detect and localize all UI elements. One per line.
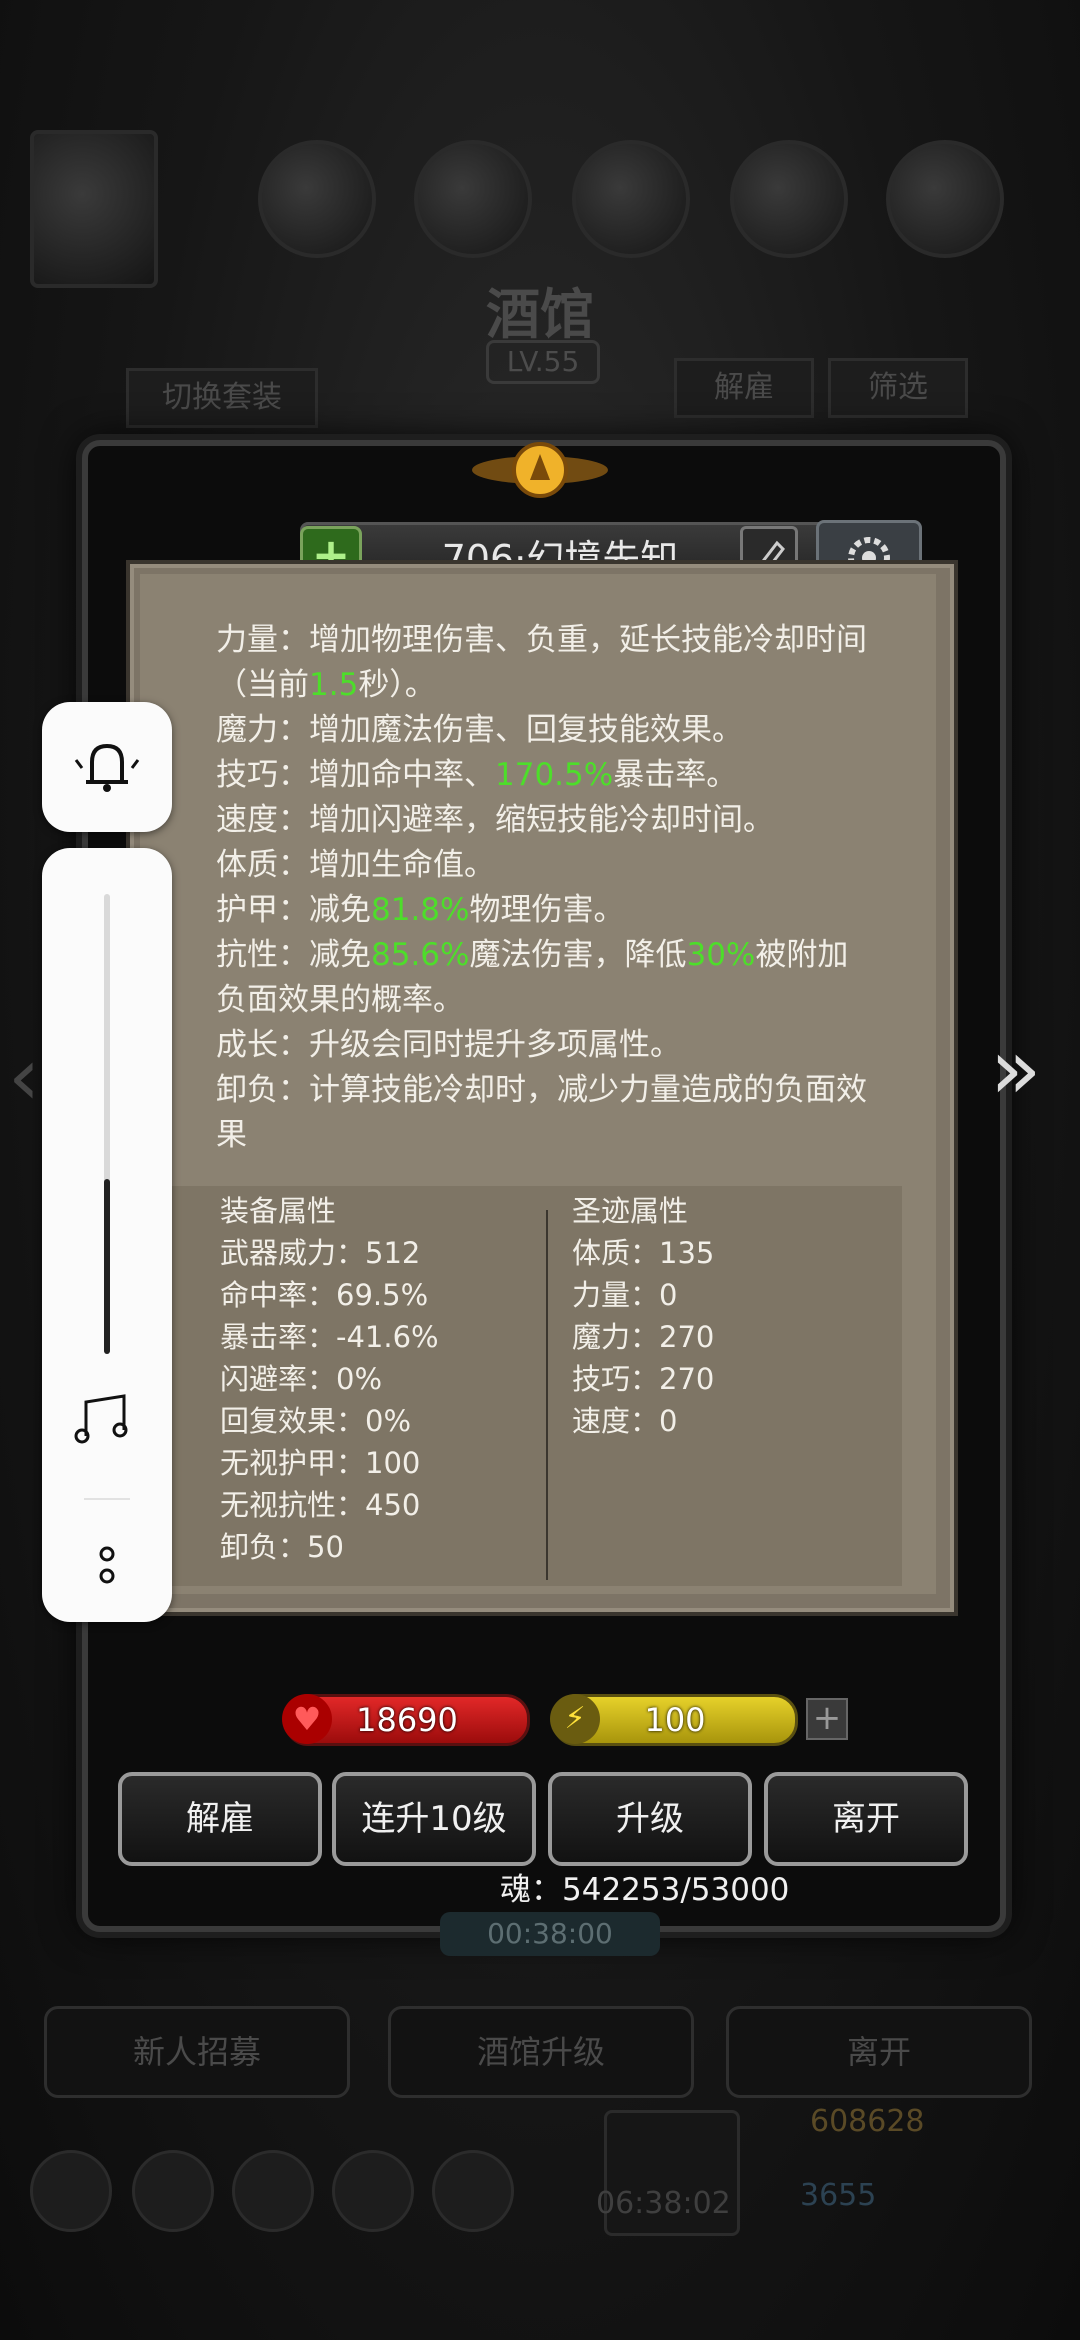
dismiss-button[interactable]: 解雇: [118, 1772, 322, 1866]
bg-leave-button[interactable]: 离开: [726, 2006, 1032, 2098]
equip-stat: 无视护甲：100: [220, 1446, 421, 1480]
desc-armor: 护甲：减免81.8%物理伤害。: [216, 892, 625, 928]
volume-level: [104, 1179, 110, 1354]
music-note-icon: [74, 1394, 128, 1444]
nav-icon-2[interactable]: [132, 2150, 214, 2232]
soul-counter: 魂：542253/53000: [500, 1872, 790, 1908]
bottom-timer: 06:38:02: [596, 2186, 731, 2221]
tavern-title: 酒馆: [486, 282, 594, 346]
relic-stats-header: 圣迹属性: [572, 1194, 689, 1228]
equip-stat: 卸负：50: [220, 1530, 344, 1564]
prev-arrow-icon[interactable]: ‹: [8, 1030, 40, 1123]
equip-stat: 回复效果：0%: [220, 1404, 412, 1438]
nav-icon-1[interactable]: [30, 2150, 112, 2232]
desc-growth: 成长：升级会同时提升多项属性。: [216, 1027, 681, 1063]
desc-constitution: 体质：增加生命值。: [216, 847, 495, 883]
bg-dismiss-button[interactable]: 解雇: [674, 358, 814, 418]
relic-stat: 速度：0: [572, 1404, 678, 1438]
nav-icon-5[interactable]: [432, 2150, 514, 2232]
relic-stats: 圣迹属性 体质：135 力量：0 魔力：270 技巧：270 速度：0: [572, 1190, 714, 1442]
relic-stat: 力量：0: [572, 1278, 678, 1312]
next-arrow-icon[interactable]: »: [990, 1020, 1041, 1118]
recruit-timer: 00:38:00: [440, 1912, 660, 1956]
lightning-icon: ⚡: [550, 1694, 600, 1744]
volume-separator: [84, 1498, 130, 1500]
emblem-icon: [472, 442, 608, 498]
desc-skill: 技巧：增加命中率、170.5%暴击率。: [216, 757, 738, 793]
equipment-stats-header: 装备属性: [220, 1194, 337, 1228]
menu-icon-2: [414, 140, 532, 258]
equipment-stats: 装备属性 武器威力：512 命中率：69.5% 暴击率：-41.6% 闪避率：0…: [220, 1190, 439, 1568]
gold-amount: 608628: [810, 2104, 925, 2139]
tavern-level: LV.55: [486, 340, 600, 384]
equip-stat: 无视抗性：450: [220, 1488, 421, 1522]
tavern-upgrade-button[interactable]: 酒馆升级: [388, 2006, 694, 2098]
more-options-icon[interactable]: [92, 1544, 122, 1588]
switch-set-button[interactable]: 切换套装: [126, 368, 318, 428]
level-up-10-button[interactable]: 连升10级: [332, 1772, 536, 1866]
equip-stat: 命中率：69.5%: [220, 1278, 429, 1312]
equip-stat: 闪避率：0%: [220, 1362, 383, 1396]
recruit-button[interactable]: 新人招募: [44, 2006, 350, 2098]
add-energy-button[interactable]: +: [806, 1698, 848, 1740]
filter-button[interactable]: 筛选: [828, 358, 968, 418]
equip-stat: 武器威力：512: [220, 1236, 421, 1270]
desc-speed: 速度：增加闪避率，缩短技能冷却时间。: [216, 802, 774, 838]
portrait-frame: [30, 130, 158, 288]
menu-icon-1: [258, 140, 376, 258]
nav-icon-3[interactable]: [232, 2150, 314, 2232]
ringer-mode-button[interactable]: [42, 702, 172, 832]
stats-divider: [546, 1210, 548, 1580]
bell-icon: [74, 743, 140, 792]
attribute-description: 力量：增加物理伤害、负重，延长技能冷却时间（当前1.5秒）。 魔力：增加魔法伤害…: [216, 618, 876, 1158]
heart-icon: ♥: [282, 1694, 332, 1744]
desc-resist: 抗性：减免85.6%魔法伤害，降低30%被附加负面效果的概率。: [216, 937, 849, 1018]
relic-stat: 魔力：270: [572, 1320, 715, 1354]
menu-icon-3: [572, 140, 690, 258]
gem-amount: 3655: [800, 2178, 877, 2213]
menu-icon-5: [886, 140, 1004, 258]
relic-stat: 技巧：270: [572, 1362, 715, 1396]
desc-strength: 力量：增加物理伤害、负重，延长技能冷却时间（当前1.5秒）。: [216, 622, 867, 703]
menu-icon-4: [730, 140, 848, 258]
desc-magic: 魔力：增加魔法伤害、回复技能效果。: [216, 712, 743, 748]
equip-stat: 暴击率：-41.6%: [220, 1320, 439, 1354]
leave-button[interactable]: 离开: [764, 1772, 968, 1866]
nav-icon-4[interactable]: [332, 2150, 414, 2232]
level-up-button[interactable]: 升级: [548, 1772, 752, 1866]
relic-stat: 体质：135: [572, 1236, 715, 1270]
desc-unload: 卸负：计算技能冷却时，减少力量造成的负面效果: [216, 1072, 867, 1153]
